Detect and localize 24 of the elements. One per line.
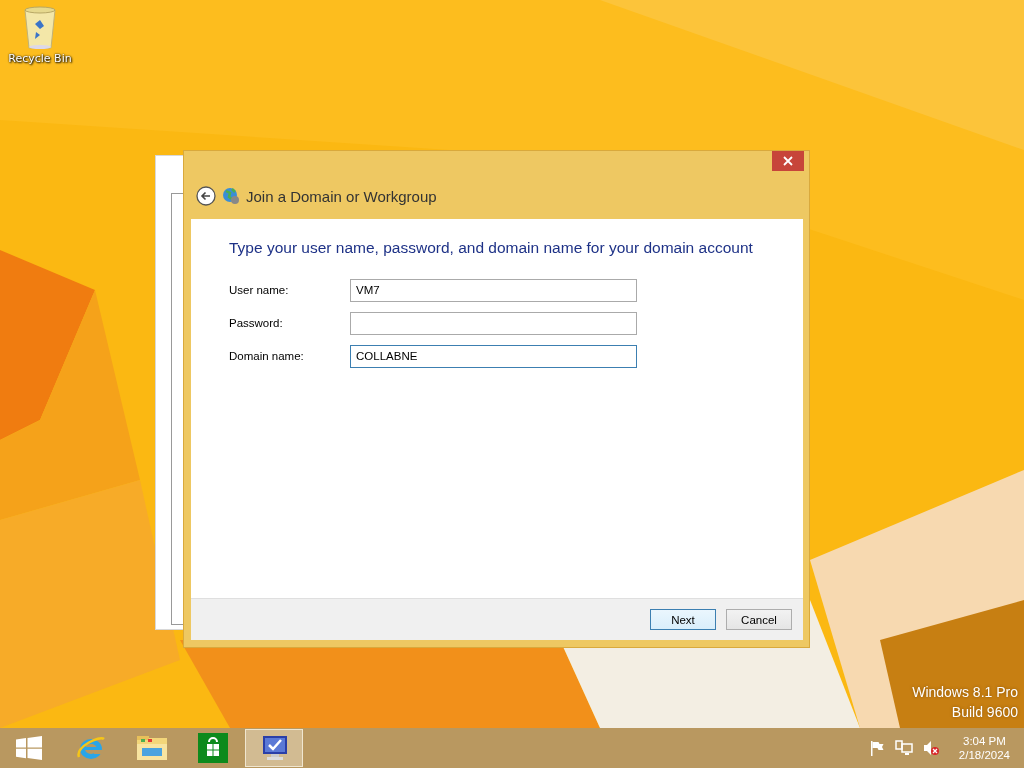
input-field[interactable]: [350, 311, 637, 335]
close-button[interactable]: [772, 151, 804, 171]
windows-logo-icon: [16, 736, 42, 760]
field-label: Password:: [229, 317, 284, 329]
input-field[interactable]: COLLABNE: [350, 344, 637, 368]
watermark-text: Windows 8.1 Pro: [912, 684, 1018, 700]
globe-icon: [222, 187, 240, 205]
folder-icon: [136, 734, 168, 762]
instruction-heading: Type your user name, password, and domain name for your domain account: [229, 239, 754, 257]
watermark-text: Build 9600: [951, 704, 1018, 720]
cancel-button[interactable]: Cancel: [726, 609, 792, 630]
network-icon[interactable]: [894, 740, 913, 756]
recycle-bin-icon[interactable]: [23, 6, 57, 50]
next-button[interactable]: Next: [650, 609, 716, 630]
close-icon: [783, 156, 793, 166]
input-field[interactable]: VM7: [350, 278, 637, 302]
taskbar-button[interactable]: [245, 729, 303, 767]
volume-muted-icon[interactable]: [922, 740, 939, 756]
flag-icon[interactable]: [868, 740, 885, 756]
field-label: Domain name:: [229, 350, 305, 362]
back-icon[interactable]: [196, 186, 216, 206]
window-title: Join a Domain or Workgroup: [246, 187, 437, 205]
store-bag-icon: [198, 733, 228, 763]
field-label: User name:: [229, 284, 290, 296]
